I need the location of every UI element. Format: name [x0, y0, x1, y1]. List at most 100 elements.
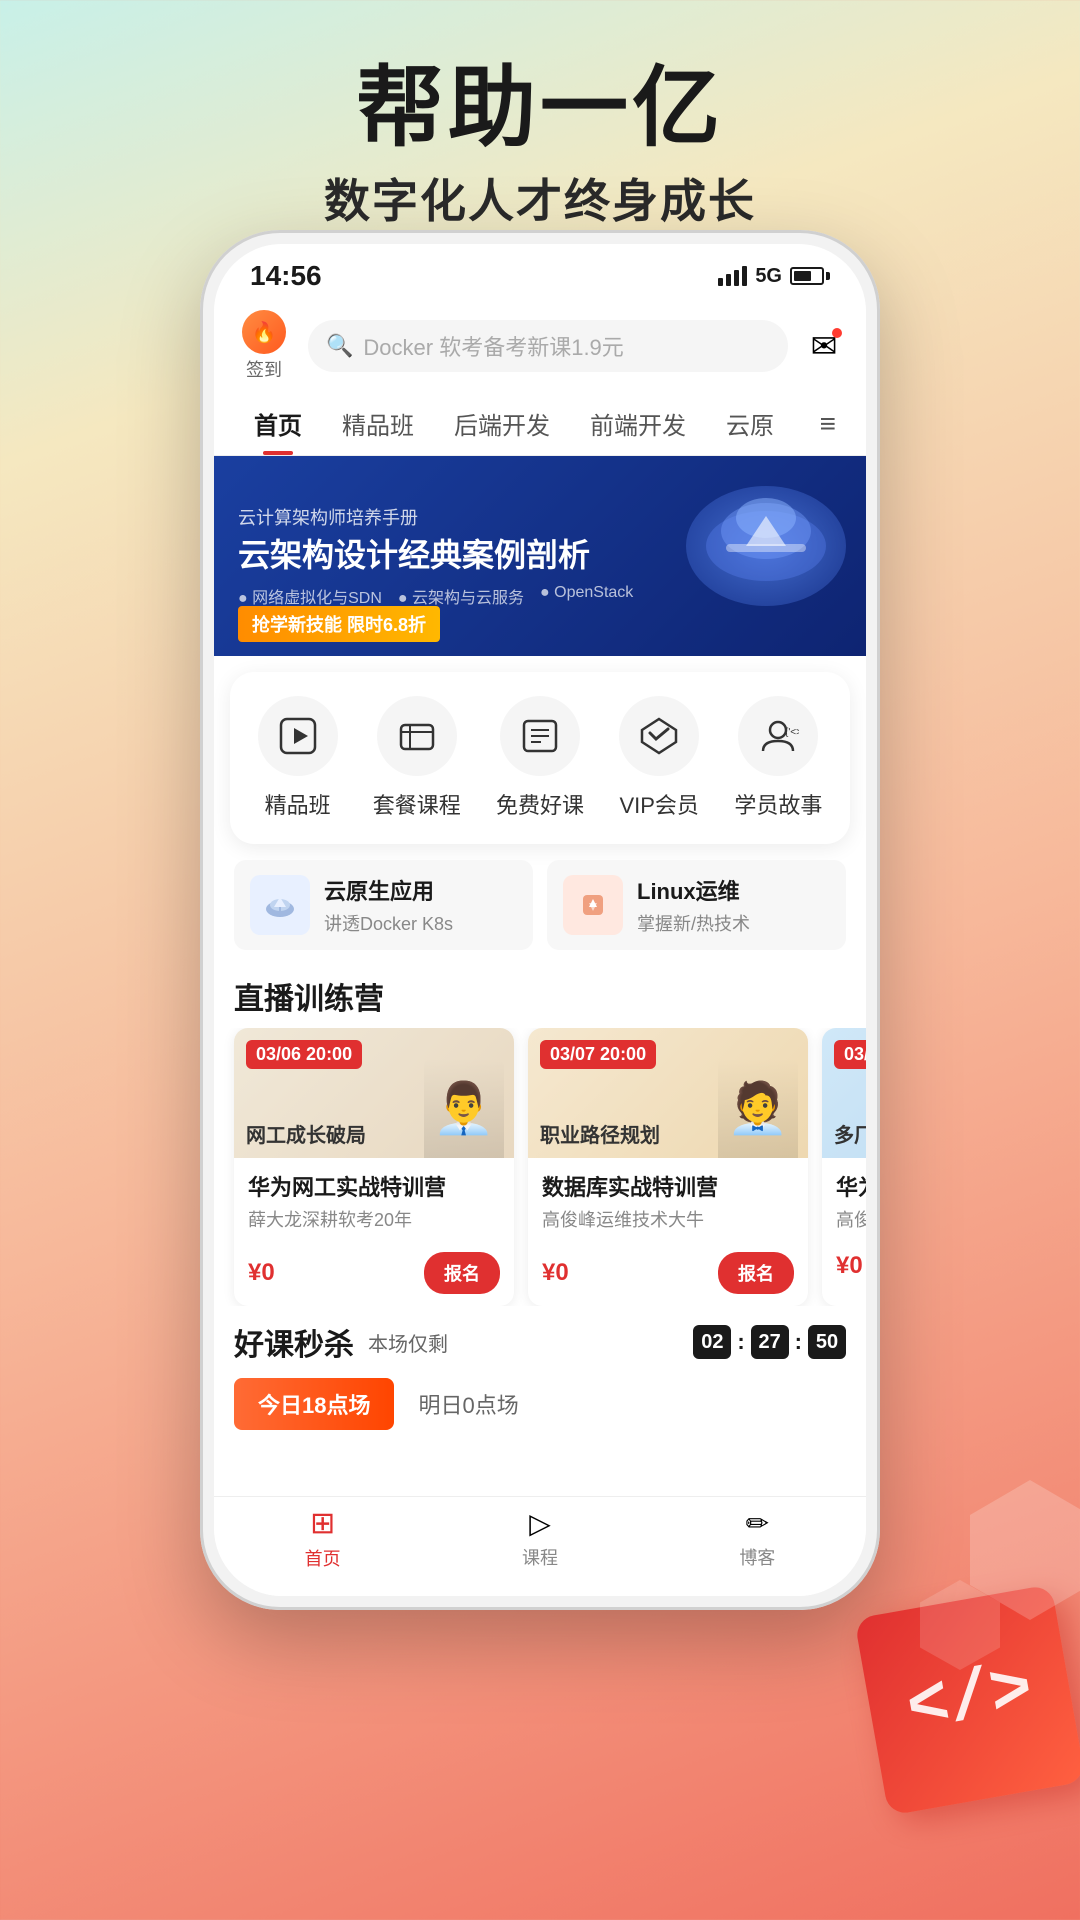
quick-label-story: 学员故事 — [734, 788, 822, 820]
mail-notification-dot — [832, 328, 842, 338]
sign-in-button[interactable]: 🔥 签到 — [234, 310, 294, 382]
live-card-1-date: 03/06 20:00 — [246, 1040, 362, 1069]
nav-tab-home[interactable]: 首页 — [234, 392, 322, 455]
search-placeholder-text: Docker 软考备考新课1.9元 — [363, 330, 623, 362]
banner-tag-3: ● OpenStack — [540, 584, 633, 608]
linux-course-icon — [563, 875, 623, 935]
live-card-2[interactable]: 03/07 20:00 职业路径规划 🧑‍💼 数据库实战特训营 高俊峰运维技术大… — [528, 1028, 808, 1306]
battery-icon — [790, 267, 830, 285]
banner-tag-1: ● 网络虚拟化与SDN — [238, 584, 382, 608]
live-card-2-register-btn[interactable]: 报名 — [718, 1252, 794, 1294]
courses-nav-icon: ▷ — [529, 1507, 551, 1540]
live-card-3-desc: 高俊峰 — [836, 1206, 866, 1232]
course-card-cloud[interactable]: 云原生应用 讲透Docker K8s — [234, 860, 533, 950]
phone-outer: 14:56 5G — [200, 230, 880, 1610]
live-card-3-date: 03/1 — [834, 1040, 866, 1069]
nav-tab-premium[interactable]: 精品班 — [322, 392, 434, 455]
svg-text:{'<>'}: {'<>'} — [785, 727, 799, 738]
banner[interactable]: 云计算架构师培养手册 云架构设计经典案例剖析 ● 网络虚拟化与SDN ● 云架构… — [214, 456, 866, 656]
bottom-nav: ⊞ 首页 ▷ 课程 ✏ 博客 — [214, 1496, 866, 1596]
linux-course-sub: 掌握新/热技术 — [637, 910, 750, 936]
nav-more-button[interactable]: ≡ — [810, 398, 846, 450]
home-nav-icon: ⊞ — [310, 1506, 335, 1541]
live-card-3-body: 华为 高俊峰 — [822, 1158, 866, 1244]
nav-tab-frontend[interactable]: 前端开发 — [570, 392, 706, 455]
premium-class-icon — [258, 696, 338, 776]
banner-text: 云计算架构师培养手册 云架构设计经典案例剖析 ● 网络虚拟化与SDN ● 云架构… — [238, 504, 633, 608]
status-bar: 14:56 5G — [214, 244, 866, 300]
live-card-1-footer: ¥0 报名 — [234, 1244, 514, 1306]
live-card-2-desc: 高俊峰运维技术大牛 — [542, 1206, 794, 1232]
flash-tab-tomorrow[interactable]: 明日0点场 — [394, 1378, 542, 1430]
free-course-icon — [500, 696, 580, 776]
flash-tab-today[interactable]: 今日18点场 — [234, 1378, 394, 1430]
quick-menu: 精品班 套餐课程 — [230, 672, 850, 844]
nav-tab-backend[interactable]: 后端开发 — [434, 392, 570, 455]
top-bar: 🔥 签到 🔍 Docker 软考备考新课1.9元 ✉ — [214, 300, 866, 392]
course-cards-row: 云原生应用 讲透Docker K8s Linux运维 掌握新/ — [214, 860, 866, 950]
live-card-2-price: ¥0 — [542, 1259, 569, 1287]
countdown-minutes: 27 — [751, 1325, 789, 1359]
yo-text: Yo — [782, 1400, 849, 1462]
student-story-icon: {'<>'} — [738, 696, 818, 776]
status-time: 14:56 — [250, 260, 322, 292]
search-bar[interactable]: 🔍 Docker 软考备考新课1.9元 — [308, 320, 788, 372]
flash-sale-title: 好课秒杀 — [234, 1320, 354, 1364]
live-card-2-footer: ¥0 报名 — [528, 1244, 808, 1306]
status-icons: 5G — [718, 265, 830, 288]
flash-sale-section: 好课秒杀 本场仅剩 02 : 27 : 50 今日18点场 明日0点场 — [214, 1306, 866, 1430]
banner-tags: ● 网络虚拟化与SDN ● 云架构与云服务 ● OpenStack — [238, 584, 633, 608]
live-card-2-body: 数据库实战特训营 高俊峰运维技术大牛 — [528, 1158, 808, 1244]
hero-title: 帮助一亿 — [0, 60, 1080, 157]
course-card-linux[interactable]: Linux运维 掌握新/热技术 — [547, 860, 846, 950]
quick-label-free: 免费好课 — [496, 788, 584, 820]
sign-in-icon: 🔥 — [242, 310, 286, 354]
home-nav-label: 首页 — [305, 1545, 341, 1571]
live-card-1-event-title: 网工成长破局 — [246, 1119, 366, 1148]
banner-small-text: 云计算架构师培养手册 — [238, 504, 633, 530]
live-cards: 03/06 20:00 网工成长破局 👨‍💼 华为网工实战特训营 薛大龙深耕软考… — [214, 1028, 866, 1306]
phone-mockup: 14:56 5G — [200, 230, 880, 1650]
live-card-1[interactable]: 03/06 20:00 网工成长破局 👨‍💼 华为网工实战特训营 薛大龙深耕软考… — [234, 1028, 514, 1306]
cloud-course-icon — [250, 875, 310, 935]
bottom-nav-home[interactable]: ⊞ 首页 — [305, 1506, 341, 1571]
live-card-3-name: 华为 — [836, 1170, 866, 1202]
live-card-3-header: 03/1 多厂 — [822, 1028, 866, 1158]
flash-sale-subtitle: 本场仅剩 — [368, 1328, 448, 1357]
signal-bars-icon — [718, 266, 747, 286]
live-card-1-body: 华为网工实战特训营 薛大龙深耕软考20年 — [234, 1158, 514, 1244]
quick-item-story[interactable]: {'<>'} 学员故事 — [734, 696, 822, 820]
quick-item-premium[interactable]: 精品班 — [258, 696, 338, 820]
bottom-nav-blog[interactable]: ✏ 博客 — [739, 1507, 775, 1570]
quick-item-bundle[interactable]: 套餐课程 — [373, 696, 461, 820]
cloud-course-info: 云原生应用 讲透Docker K8s — [324, 874, 453, 936]
live-card-2-date: 03/07 20:00 — [540, 1040, 656, 1069]
nav-tabs: 首页 精品班 后端开发 前端开发 云原 ≡ — [214, 392, 866, 456]
quick-label-bundle: 套餐课程 — [373, 788, 461, 820]
linux-course-info: Linux运维 掌握新/热技术 — [637, 874, 750, 936]
countdown-seconds: 50 — [808, 1325, 846, 1359]
nav-tab-cloud[interactable]: 云原 — [706, 392, 794, 455]
countdown-sep-1: : — [737, 1329, 744, 1355]
hero-subtitle: 数字化人才终身成长 — [0, 165, 1080, 231]
cloud-course-title: 云原生应用 — [324, 874, 453, 906]
mail-button[interactable]: ✉ — [802, 324, 846, 368]
live-card-2-event-title: 职业路径规划 — [540, 1119, 660, 1148]
banner-title: 云架构设计经典案例剖析 — [238, 536, 633, 574]
flash-sale-header: 好课秒杀 本场仅剩 02 : 27 : 50 — [234, 1320, 846, 1364]
search-icon: 🔍 — [326, 333, 353, 359]
quick-item-vip[interactable]: VIP会员 — [619, 696, 699, 820]
bundle-course-icon — [377, 696, 457, 776]
quick-item-free[interactable]: 免费好课 — [496, 696, 584, 820]
bottom-nav-courses[interactable]: ▷ 课程 — [522, 1507, 558, 1570]
live-card-3-footer: ¥0 — [822, 1244, 866, 1292]
live-card-1-register-btn[interactable]: 报名 — [424, 1252, 500, 1294]
live-card-3[interactable]: 03/1 多厂 华为 高俊峰 ¥0 — [822, 1028, 866, 1306]
blog-nav-icon: ✏ — [746, 1507, 769, 1540]
countdown-timer: 02 : 27 : 50 — [693, 1325, 846, 1359]
live-card-2-header: 03/07 20:00 职业路径规划 🧑‍💼 — [528, 1028, 808, 1158]
live-card-1-header: 03/06 20:00 网工成长破局 👨‍💼 — [234, 1028, 514, 1158]
banner-graphic — [666, 466, 846, 646]
live-section-title: 直播训练营 — [214, 960, 866, 1028]
code-symbol: </> — [901, 1650, 1039, 1750]
